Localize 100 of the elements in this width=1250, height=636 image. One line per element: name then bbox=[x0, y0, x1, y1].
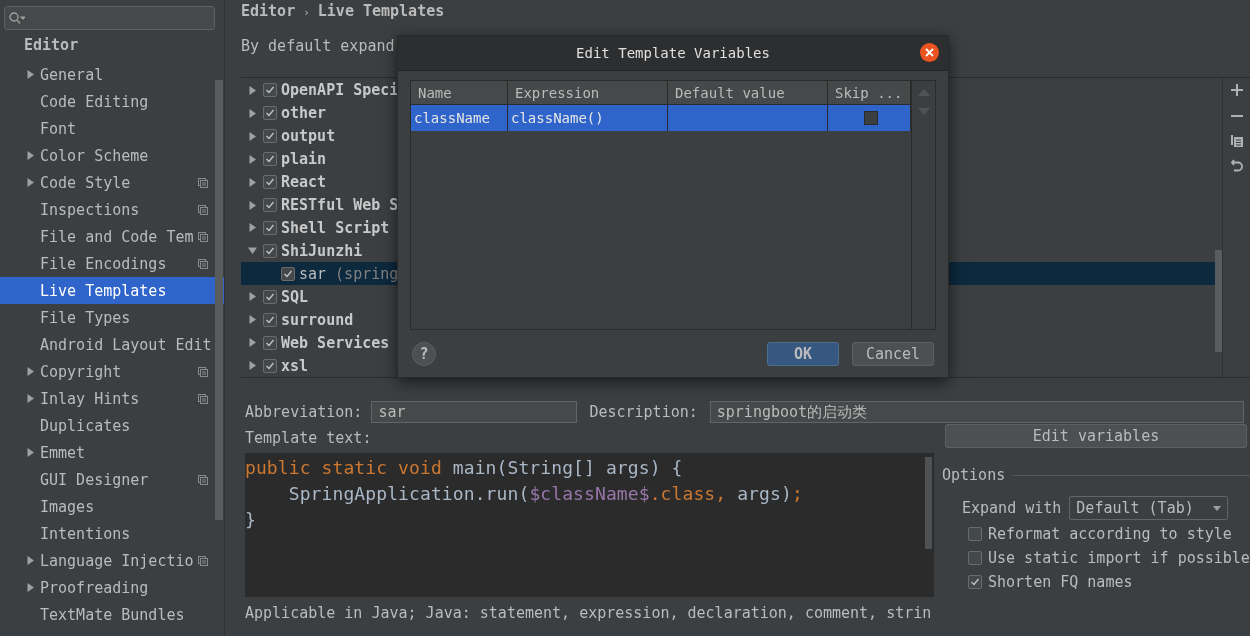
copy-icon bbox=[198, 366, 208, 377]
expand-arrow-icon[interactable] bbox=[26, 151, 35, 160]
expand-arrow-icon[interactable] bbox=[247, 154, 257, 164]
settings-nav-item[interactable]: Images bbox=[0, 493, 214, 520]
checkbox-label[interactable]: Use static import if possible bbox=[988, 549, 1250, 567]
template-group[interactable]: surround bbox=[281, 310, 354, 329]
settings-nav-item[interactable]: Proofreading bbox=[0, 574, 214, 601]
template-group[interactable]: xsl bbox=[281, 356, 309, 375]
expand-arrow-icon[interactable] bbox=[26, 178, 35, 187]
code-editor[interactable]: public static void main(String[] args) { SpringApplication.run($className$.class, args); } bbox=[245, 453, 934, 597]
template-group[interactable]: OpenAPI Speci bbox=[281, 81, 399, 100]
settings-nav-item[interactable]: Intentions bbox=[0, 520, 214, 547]
expand-with-dropdown[interactable]: Default (Tab) bbox=[1069, 496, 1229, 520]
column-header[interactable]: Expression bbox=[508, 81, 668, 105]
settings-nav-item[interactable]: Emmet bbox=[0, 439, 214, 466]
abbreviation-field[interactable]: sar bbox=[371, 401, 578, 423]
settings-nav-item[interactable]: TextMate Bundles bbox=[0, 601, 214, 628]
column-header[interactable]: Default value bbox=[668, 81, 828, 105]
breadcrumb-item: Live Templates bbox=[317, 2, 445, 20]
close-icon bbox=[925, 48, 934, 57]
undo-icon[interactable] bbox=[1230, 159, 1243, 172]
group-checkbox[interactable] bbox=[263, 221, 277, 235]
template-group[interactable]: SQL bbox=[281, 287, 309, 306]
group-checkbox[interactable] bbox=[263, 83, 277, 98]
dialog-button[interactable]: OK bbox=[767, 342, 839, 366]
group-checkbox[interactable] bbox=[263, 289, 277, 304]
expand-arrow-icon[interactable] bbox=[247, 361, 257, 370]
expand-arrow-icon[interactable] bbox=[247, 108, 257, 118]
group-checkbox[interactable] bbox=[263, 358, 277, 373]
caret-icon bbox=[1213, 505, 1222, 511]
expand-arrow-icon[interactable] bbox=[247, 131, 257, 141]
settings-nav-item[interactable]: Live Templates bbox=[0, 277, 224, 304]
expand-arrow-icon[interactable] bbox=[26, 556, 35, 565]
expand-arrow-icon[interactable] bbox=[26, 583, 35, 592]
template-group[interactable]: RESTful Web S bbox=[281, 196, 399, 215]
column-header[interactable]: Skip ... bbox=[828, 81, 911, 105]
settings-nav-item[interactable]: Inlay Hints bbox=[0, 385, 214, 412]
expand-arrow-icon[interactable] bbox=[247, 200, 257, 210]
settings-nav-item[interactable]: Color Scheme bbox=[0, 142, 214, 169]
template-group[interactable]: Web Services bbox=[281, 333, 390, 352]
group-checkbox[interactable] bbox=[263, 335, 277, 350]
group-checkbox[interactable] bbox=[263, 152, 277, 167]
help-button[interactable]: ? bbox=[412, 342, 436, 366]
code-line: SpringApplication.run($className$.class, args); bbox=[287, 482, 804, 506]
settings-nav-item[interactable]: GUI Designer bbox=[0, 466, 214, 493]
settings-nav-item[interactable]: Android Layout Edit bbox=[0, 331, 214, 358]
search-field[interactable] bbox=[4, 6, 215, 30]
settings-nav-item[interactable]: Language Injectio bbox=[0, 547, 214, 574]
settings-nav-item[interactable]: File Types bbox=[0, 304, 214, 331]
expand-arrow-icon[interactable] bbox=[26, 448, 35, 457]
field-label: Template text: bbox=[245, 429, 373, 447]
checkbox-label[interactable]: Reformat according to style bbox=[988, 525, 1232, 543]
code-line: } bbox=[245, 508, 257, 532]
column-header[interactable]: Name bbox=[411, 81, 508, 105]
scrollbar[interactable] bbox=[1215, 250, 1222, 352]
option-checkbox[interactable] bbox=[968, 551, 982, 565]
settings-nav-item[interactable]: General bbox=[0, 61, 214, 88]
description-field[interactable]: springboot的启动类 bbox=[709, 401, 1244, 423]
expand-arrow-icon[interactable] bbox=[247, 223, 257, 233]
settings-nav-item[interactable]: Font bbox=[0, 115, 214, 142]
option-checkbox[interactable] bbox=[968, 527, 982, 541]
expand-arrow-icon[interactable] bbox=[26, 394, 35, 403]
template-group[interactable]: ShiJunzhi bbox=[281, 241, 363, 260]
expand-arrow-icon[interactable] bbox=[26, 70, 35, 79]
template-group[interactable]: output bbox=[281, 127, 336, 146]
expand-arrow-icon[interactable] bbox=[247, 315, 257, 325]
expand-arrow-icon[interactable] bbox=[247, 292, 257, 302]
scrollbar[interactable] bbox=[215, 80, 223, 520]
settings-nav-item[interactable]: Copyright bbox=[0, 358, 214, 385]
option-checkbox[interactable] bbox=[968, 575, 982, 589]
group-checkbox[interactable] bbox=[263, 312, 277, 327]
skip-checkbox[interactable] bbox=[863, 111, 878, 125]
settings-nav-item[interactable]: File and Code Tem bbox=[0, 223, 214, 250]
add-icon[interactable] bbox=[1230, 84, 1243, 96]
dialog-button[interactable]: Cancel bbox=[852, 342, 934, 366]
group-checkbox[interactable] bbox=[263, 198, 277, 213]
expand-arrow-icon[interactable] bbox=[26, 367, 35, 376]
settings-nav-item[interactable]: Code Editing bbox=[0, 88, 214, 115]
expand-arrow-icon[interactable] bbox=[247, 177, 257, 187]
settings-nav-item[interactable]: Code Style bbox=[0, 169, 214, 196]
group-checkbox[interactable] bbox=[263, 175, 277, 190]
template-group[interactable]: Shell Script bbox=[281, 219, 390, 237]
group-checkbox[interactable] bbox=[263, 129, 277, 144]
group-checkbox[interactable] bbox=[263, 243, 277, 258]
scrollbar[interactable] bbox=[925, 457, 932, 549]
template-group[interactable]: other bbox=[281, 104, 327, 123]
template-checkbox[interactable] bbox=[281, 266, 295, 281]
expand-arrow-icon[interactable] bbox=[247, 85, 257, 95]
template-group[interactable]: React bbox=[281, 173, 327, 192]
settings-nav-item[interactable]: File Encodings bbox=[0, 250, 214, 277]
close-button[interactable] bbox=[920, 43, 939, 62]
checkbox-label[interactable]: Shorten FQ names bbox=[988, 573, 1133, 591]
collapse-arrow-icon[interactable] bbox=[247, 246, 257, 256]
template-group[interactable]: plain bbox=[281, 150, 327, 169]
settings-nav-item[interactable]: Duplicates bbox=[0, 412, 214, 439]
group-checkbox[interactable] bbox=[263, 106, 277, 121]
settings-nav-item[interactable]: Inspections bbox=[0, 196, 214, 223]
copy-icon[interactable] bbox=[1230, 134, 1243, 147]
expand-arrow-icon[interactable] bbox=[247, 338, 257, 348]
edit-variables-button[interactable]: Edit variables bbox=[945, 424, 1247, 448]
